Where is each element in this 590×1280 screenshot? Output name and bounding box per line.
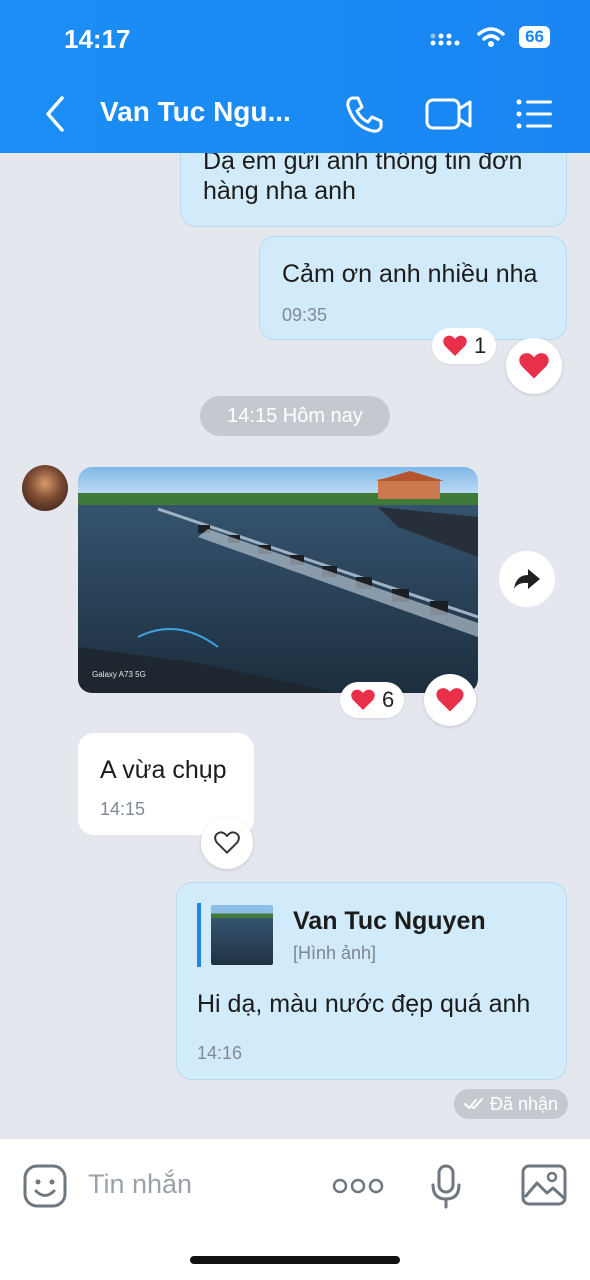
- chat-header: 14:17 66 Van Tuc Ngu...: [0, 0, 590, 153]
- composer-bar: Tin nhắn: [0, 1138, 590, 1280]
- reaction-button[interactable]: [506, 338, 562, 394]
- message-list[interactable]: Dạ em gửi anh thông tin đơn hàng nha anh…: [0, 153, 590, 1138]
- message-text: Hi dạ, màu nước đẹp quá anh: [197, 990, 531, 1018]
- message-bubble-outgoing[interactable]: Dạ em gửi anh thông tin đơn hàng nha anh: [180, 153, 567, 227]
- heart-icon: [351, 689, 375, 710]
- status-icons: 66: [429, 26, 550, 48]
- photo-message[interactable]: Galaxy A73 5G: [78, 467, 478, 693]
- message-time: 14:15: [100, 799, 146, 819]
- image-gallery-icon[interactable]: [520, 1163, 568, 1207]
- heart-icon: [519, 353, 549, 379]
- reaction-summary[interactable]: 1: [432, 328, 497, 364]
- message-time: 09:35: [282, 305, 328, 325]
- double-check-icon: [464, 1098, 483, 1109]
- quote-thumbnail: [211, 905, 273, 965]
- video-camera-icon[interactable]: [424, 92, 474, 136]
- share-button[interactable]: [499, 551, 555, 607]
- sticker-icon[interactable]: [22, 1163, 68, 1209]
- quote-sender: Van Tuc Nguyen: [293, 907, 486, 935]
- forward-arrow-icon: [514, 569, 540, 589]
- reaction-count: 1: [474, 333, 487, 358]
- quoted-message[interactable]: Van Tuc Nguyen [Hình ảnh]: [197, 903, 547, 967]
- message-text: A vừa chụp: [100, 756, 227, 784]
- nav-bar: Van Tuc Ngu...: [0, 88, 590, 138]
- avatar[interactable]: [22, 465, 68, 511]
- message-input[interactable]: Tin nhắn: [88, 1169, 192, 1200]
- chevron-left-icon[interactable]: [38, 92, 72, 136]
- chat-title[interactable]: Van Tuc Ngu...: [100, 96, 320, 128]
- reaction-button[interactable]: [424, 674, 476, 726]
- message-bubble-outgoing[interactable]: Cảm ơn anh nhiều nha 09:35: [259, 236, 567, 340]
- message-text: Cảm ơn anh nhiều nha: [282, 260, 538, 288]
- phone-icon[interactable]: [342, 92, 386, 136]
- heart-icon: [436, 688, 464, 712]
- heart-icon: [443, 335, 467, 356]
- shrimp-pond-photo: Galaxy A73 5G: [78, 467, 478, 693]
- list-menu-icon[interactable]: [514, 92, 554, 136]
- message-text: Dạ em gửi anh thông tin đơn hàng nha anh: [203, 153, 523, 205]
- status-time: 14:17: [64, 24, 131, 54]
- heart-outline-icon: [214, 831, 240, 854]
- message-time: 14:16: [197, 1043, 243, 1063]
- photo-caption: Galaxy A73 5G: [92, 670, 146, 679]
- reaction-summary[interactable]: 6: [340, 682, 405, 718]
- reaction-count: 6: [382, 687, 395, 712]
- home-indicator[interactable]: [190, 1256, 400, 1264]
- date-divider: 14:15 Hôm nay: [200, 396, 390, 436]
- battery-indicator: 66: [519, 26, 550, 48]
- message-bubble-outgoing[interactable]: Van Tuc Nguyen [Hình ảnh] Hi dạ, màu nướ…: [176, 882, 567, 1080]
- more-options-icon[interactable]: [332, 1175, 384, 1197]
- reaction-button[interactable]: [201, 817, 253, 869]
- delivery-status: Đã nhận: [454, 1089, 569, 1119]
- wifi-icon: [477, 27, 505, 47]
- quote-type: [Hình ảnh]: [293, 943, 377, 963]
- signal-icon: [430, 33, 460, 46]
- microphone-icon[interactable]: [428, 1163, 464, 1211]
- delivery-status-label: Đã nhận: [490, 1093, 559, 1114]
